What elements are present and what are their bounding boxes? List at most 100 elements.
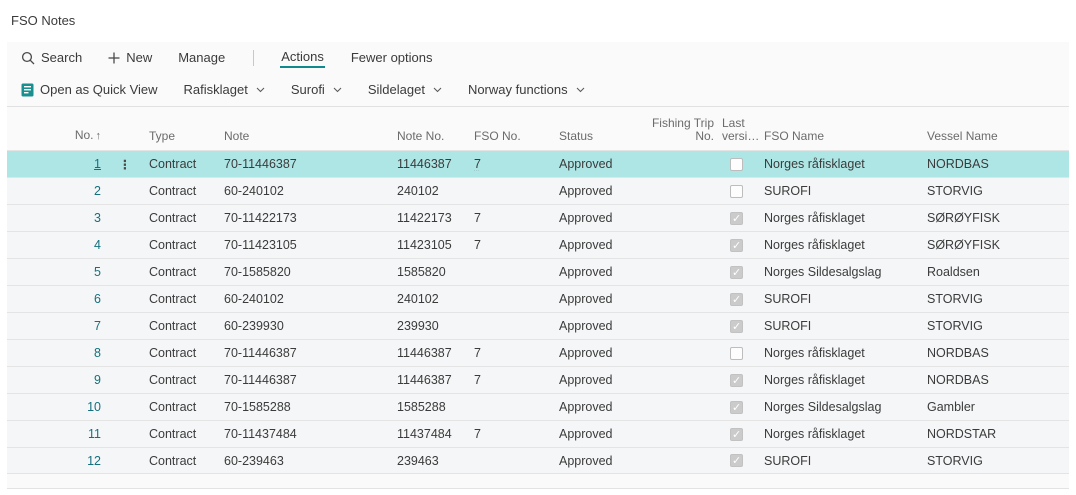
- menu-surofi[interactable]: Surofi: [291, 82, 342, 97]
- table-row[interactable]: 12Contract60-239463239463ApprovedSUROFIS…: [7, 447, 1069, 474]
- menu-rafisklaget-label: Rafisklaget: [184, 82, 248, 97]
- last-version-checkbox[interactable]: [730, 374, 743, 387]
- search-icon: [21, 51, 35, 65]
- row-number-link[interactable]: 4: [94, 238, 101, 252]
- row-number-link[interactable]: 9: [94, 373, 101, 387]
- table-header-row: No.↑ TypeNoteNote No.FSO No.StatusFishing…: [7, 107, 1069, 150]
- row-number-link[interactable]: 11: [88, 427, 101, 441]
- table-row[interactable]: 8Contract70-11446387114463877ApprovedNor…: [7, 339, 1069, 366]
- cell-note: 70-1585820: [224, 265, 397, 279]
- cell-note_no: 240102: [397, 292, 474, 306]
- table-row[interactable]: 4Contract70-11423105114231057ApprovedNor…: [7, 231, 1069, 258]
- row-ellipsis-menu-icon[interactable]: ⋮: [119, 158, 132, 172]
- menu-sildelaget[interactable]: Sildelaget: [368, 82, 442, 97]
- plus-icon: [108, 52, 120, 64]
- column-header-no[interactable]: No.↑: [59, 129, 109, 150]
- row-number-link[interactable]: 8: [94, 346, 101, 360]
- cell-type: Contract: [149, 400, 224, 414]
- table-row[interactable]: 11Contract70-11437484114374847ApprovedNo…: [7, 420, 1069, 447]
- row-number-link[interactable]: 1: [94, 157, 101, 171]
- cell-vessel_name: NORDBAS: [927, 373, 1067, 387]
- row-number-link[interactable]: 6: [94, 292, 101, 306]
- last-version-checkbox[interactable]: [730, 347, 743, 360]
- menu-norway-functions[interactable]: Norway functions: [468, 82, 585, 97]
- column-header-status[interactable]: Status: [559, 130, 636, 150]
- cell-vessel_name: SØRØYFISK: [927, 238, 1067, 252]
- table-row[interactable]: 2Contract60-240102240102ApprovedSUROFIST…: [7, 177, 1069, 204]
- last-version-checkbox[interactable]: [730, 320, 743, 333]
- column-header-fso_no[interactable]: FSO No.: [474, 130, 559, 150]
- cell-fso_name: SUROFI: [764, 454, 927, 468]
- column-header-vessel_name[interactable]: Vessel Name: [927, 130, 1067, 150]
- table-row[interactable]: 9Contract70-11446387114463877ApprovedNor…: [7, 366, 1069, 393]
- cell-note_no: 11446387: [397, 157, 474, 171]
- cell-note: 60-239930: [224, 319, 397, 333]
- cell-note_no: 11423105: [397, 238, 474, 252]
- chevron-down-icon: [433, 87, 442, 93]
- cell-no: 1: [59, 157, 109, 171]
- last-version-checkbox[interactable]: [730, 401, 743, 414]
- table-row[interactable]: 10Contract70-15852881585288ApprovedNorge…: [7, 393, 1069, 420]
- column-header-fishing_trip_no[interactable]: Fishing Trip No.: [636, 117, 722, 150]
- cell-vessel_name: STORVIG: [927, 292, 1067, 306]
- cell-note: 70-11437484: [224, 427, 397, 441]
- cell-fso_name: Norges råfisklaget: [764, 373, 927, 387]
- cell-status: Approved: [559, 265, 636, 279]
- actions-menu-button[interactable]: Actions: [280, 48, 325, 68]
- row-number-link[interactable]: 3: [94, 211, 101, 225]
- cell-note: 70-1585288: [224, 400, 397, 414]
- cell-type: Contract: [149, 184, 224, 198]
- table-row[interactable]: 3Contract70-11422173114221737ApprovedNor…: [7, 204, 1069, 231]
- table-row[interactable]: 1⋮Contract70-11446387114463877ApprovedNo…: [7, 150, 1069, 177]
- table-row[interactable]: 6Contract60-240102240102ApprovedSUROFIST…: [7, 285, 1069, 312]
- column-header-note_no[interactable]: Note No.: [397, 130, 474, 150]
- row-number-link[interactable]: 12: [87, 454, 101, 468]
- cell-type: Contract: [149, 373, 224, 387]
- cell-last_version: [722, 158, 764, 171]
- fewer-options-button[interactable]: Fewer options: [351, 50, 433, 65]
- chevron-down-icon: [333, 87, 342, 93]
- cell-last_version: [722, 212, 764, 225]
- cell-vessel_name: SØRØYFISK: [927, 211, 1067, 225]
- open-quick-view-button[interactable]: Open as Quick View: [21, 82, 158, 97]
- cell-no: 10: [59, 400, 109, 414]
- table-row[interactable]: 5Contract70-15858201585820ApprovedNorges…: [7, 258, 1069, 285]
- new-label: New: [126, 50, 152, 65]
- cell-vessel_name: NORDBAS: [927, 157, 1067, 171]
- row-number-link[interactable]: 10: [87, 400, 101, 414]
- cell-fso_no: 7: [474, 427, 559, 441]
- row-number-link[interactable]: 2: [94, 184, 101, 198]
- last-version-checkbox[interactable]: [730, 293, 743, 306]
- last-version-checkbox[interactable]: [730, 185, 743, 198]
- column-header-type[interactable]: Type: [149, 130, 224, 150]
- menu-rafisklaget[interactable]: Rafisklaget: [184, 82, 265, 97]
- chevron-down-icon: [576, 87, 585, 93]
- cell-type: Contract: [149, 157, 224, 171]
- open-quick-view-label: Open as Quick View: [40, 82, 158, 97]
- table-row[interactable]: 7Contract60-239930239930ApprovedSUROFIST…: [7, 312, 1069, 339]
- column-header-note[interactable]: Note: [224, 130, 397, 150]
- last-version-checkbox[interactable]: [730, 212, 743, 225]
- column-header-menu[interactable]: [109, 143, 149, 150]
- cell-note: 60-239463: [224, 454, 397, 468]
- fewer-options-label: Fewer options: [351, 50, 433, 65]
- cell-note: 60-240102: [224, 292, 397, 306]
- last-version-checkbox[interactable]: [730, 454, 743, 467]
- column-header-fso_name[interactable]: FSO Name: [764, 130, 927, 150]
- row-number-link[interactable]: 5: [94, 265, 101, 279]
- last-version-checkbox[interactable]: [730, 266, 743, 279]
- column-header-last_version[interactable]: Last versi…: [722, 117, 764, 150]
- row-number-link[interactable]: 7: [94, 319, 101, 333]
- cell-last_version: [722, 347, 764, 360]
- cell-no: 11: [59, 427, 109, 441]
- actions-submenu-bar: Open as Quick View Rafisklaget Surofi Si…: [7, 73, 1069, 106]
- last-version-checkbox[interactable]: [730, 158, 743, 171]
- last-version-checkbox[interactable]: [730, 428, 743, 441]
- new-button[interactable]: New: [108, 50, 152, 65]
- column-header-sel[interactable]: [7, 143, 59, 150]
- cell-no: 3: [59, 211, 109, 225]
- search-button[interactable]: Search: [21, 50, 82, 65]
- last-version-checkbox[interactable]: [730, 239, 743, 252]
- manage-button[interactable]: Manage: [178, 50, 225, 65]
- cell-no: 4: [59, 238, 109, 252]
